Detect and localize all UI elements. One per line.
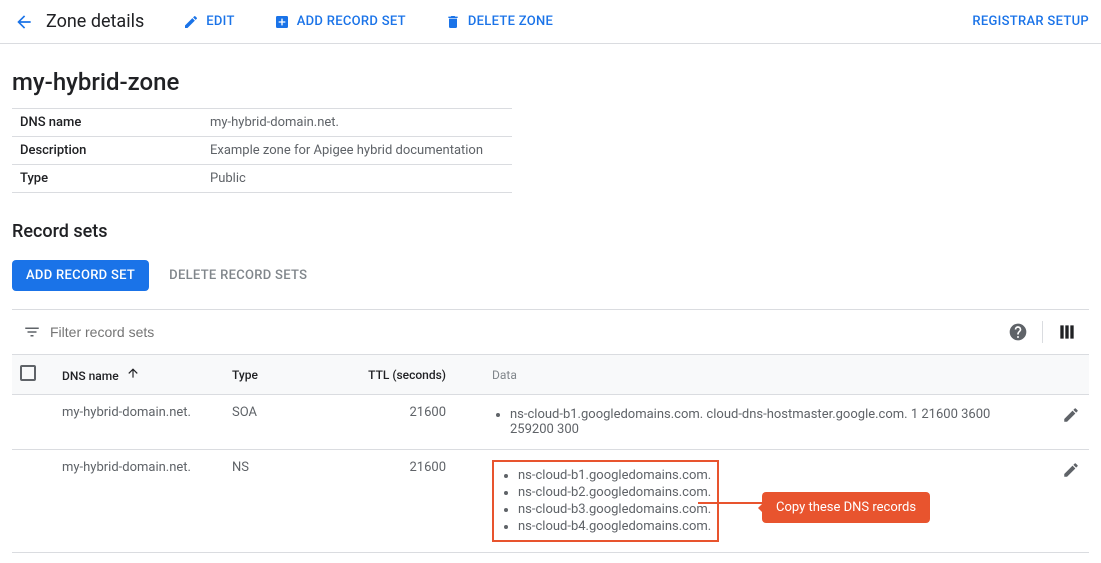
record-sets-heading: Record sets [12,221,1089,242]
edit-row-button[interactable] [1061,460,1081,480]
table-row: my-hybrid-domain.net. NS 21600 ns-cloud-… [12,450,1089,553]
info-value: Public [210,171,246,186]
select-all-checkbox[interactable] [20,365,36,381]
trash-icon [444,13,462,31]
page-title: Zone details [46,11,144,32]
callout-bubble: Copy these DNS records [762,492,930,523]
info-value: my-hybrid-domain.net. [210,115,339,130]
edit-button[interactable]: EDIT [172,7,244,37]
filter-input[interactable] [46,318,306,346]
cell-type: NS [232,460,249,475]
plus-box-icon [273,13,291,31]
ns-records-highlight: ns-cloud-b1.googledomains.com. ns-cloud-… [492,460,719,542]
records-table: DNS name Type TTL (seconds) Data my-hybr… [12,355,1089,553]
top-bar: Zone details EDIT ADD RECORD SET DELETE … [0,0,1101,44]
col-ttl[interactable]: TTL (seconds) [368,368,446,382]
edit-label: EDIT [206,14,234,29]
filter-icon[interactable] [18,323,46,341]
data-item: ns-cloud-b1.googledomains.com. [518,468,711,483]
cell-type: SOA [232,405,257,420]
back-button[interactable] [6,4,42,40]
registrar-setup-link[interactable]: REGISTRAR SETUP [972,14,1089,29]
cell-dns-name: my-hybrid-domain.net. [62,405,191,420]
info-label: Description [20,143,210,158]
zone-info-table: DNS name my-hybrid-domain.net. Descripti… [12,108,512,193]
arrow-left-icon [14,12,34,32]
info-row-dnsname: DNS name my-hybrid-domain.net. [12,109,512,137]
help-icon[interactable] [1004,318,1032,346]
col-dns-name[interactable]: DNS name [62,369,119,383]
info-value: Example zone for Apigee hybrid documenta… [210,143,483,158]
data-item: ns-cloud-b2.googledomains.com. [518,485,711,500]
delete-record-sets-button[interactable]: DELETE RECORD SETS [163,260,313,291]
cell-data-list: ns-cloud-b1.googledomains.com. cloud-dns… [492,407,1021,437]
add-record-set-button[interactable]: ADD RECORD SET [263,7,416,37]
cell-ttl: 21600 [409,460,446,475]
add-record-set-label: ADD RECORD SET [297,14,406,29]
data-item: ns-cloud-b4.googledomains.com. [518,519,711,534]
cell-ttl: 21600 [409,405,446,420]
callout-text: Copy these DNS records [776,500,916,515]
cell-data-list: ns-cloud-b1.googledomains.com. ns-cloud-… [500,468,711,534]
add-record-set-button-primary[interactable]: ADD RECORD SET [12,260,149,291]
cell-dns-name: my-hybrid-domain.net. [62,460,191,475]
table-header-row: DNS name Type TTL (seconds) Data [12,355,1089,395]
edit-row-button[interactable] [1061,405,1081,425]
data-item: ns-cloud-b3.googledomains.com. [518,502,711,517]
info-row-type: Type Public [12,165,512,193]
zone-name-heading: my-hybrid-zone [12,68,1089,96]
sort-asc-icon[interactable] [126,369,140,383]
record-sets-buttons: ADD RECORD SET DELETE RECORD SETS [12,260,1089,291]
data-item: ns-cloud-b1.googledomains.com. cloud-dns… [510,407,1021,437]
delete-zone-button[interactable]: DELETE ZONE [434,7,563,37]
col-data: Data [492,368,517,382]
columns-icon[interactable] [1053,318,1081,346]
pencil-icon [182,13,200,31]
table-row: my-hybrid-domain.net. SOA 21600 ns-cloud… [12,395,1089,450]
info-label: DNS name [20,115,210,130]
col-type[interactable]: Type [232,368,258,382]
filter-row [12,309,1089,355]
separator [1042,321,1043,343]
info-row-description: Description Example zone for Apigee hybr… [12,137,512,165]
content: my-hybrid-zone DNS name my-hybrid-domain… [0,44,1101,563]
delete-zone-label: DELETE ZONE [468,14,553,29]
info-label: Type [20,171,210,186]
